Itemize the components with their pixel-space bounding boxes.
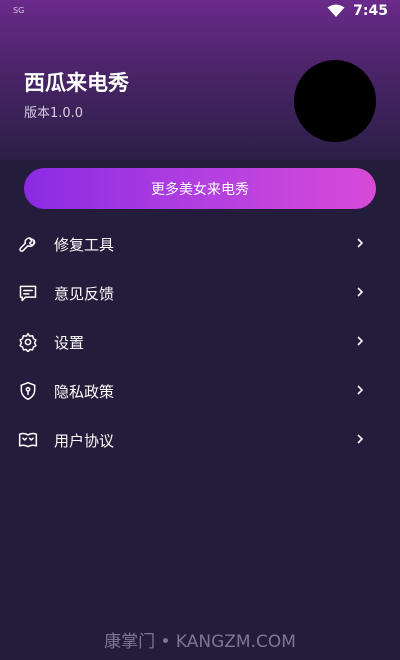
menu-item-settings[interactable]: 设置 — [0, 317, 400, 366]
menu-item-user-agreement[interactable]: 用户协议 — [0, 415, 400, 464]
menu-item-feedback[interactable]: 意见反馈 — [0, 268, 400, 317]
status-bar: SG 7:45 — [0, 0, 400, 26]
menu-item-label: 隐私政策 — [54, 383, 115, 401]
menu-item-label: 意见反馈 — [54, 285, 115, 303]
menu-item-privacy-policy[interactable]: 隐私政策 — [0, 366, 400, 415]
app-version: 版本1.0.0 — [24, 106, 84, 121]
chevron-right-icon — [357, 287, 364, 297]
shield-icon — [17, 380, 39, 402]
menu-item-label: 设置 — [54, 334, 85, 352]
menu-item-label: 用户协议 — [54, 432, 115, 450]
chevron-right-icon — [357, 336, 364, 346]
avatar[interactable] — [294, 60, 376, 142]
book-icon — [17, 429, 39, 451]
status-right: 7:45 — [327, 3, 388, 19]
app-title: 西瓜来电秀 — [24, 71, 129, 95]
menu-item-repair-tool[interactable]: 修复工具 — [0, 219, 400, 268]
menu-item-label: 修复工具 — [54, 236, 115, 254]
feedback-icon — [17, 282, 39, 304]
chevron-right-icon — [357, 434, 364, 444]
carrier-label: SG — [13, 6, 25, 15]
settings-menu: 修复工具 意见反馈 设置 隐私政策 用户协议 — [0, 219, 400, 464]
clock: 7:45 — [353, 3, 388, 19]
gear-icon — [17, 331, 39, 353]
wrench-icon — [17, 233, 39, 255]
more-ringtones-button[interactable]: 更多美女来电秀 — [24, 168, 376, 209]
chevron-right-icon — [357, 385, 364, 395]
watermark: 康掌门 • KANGZM.COM — [104, 632, 296, 652]
chevron-right-icon — [357, 238, 364, 248]
wifi-icon — [327, 4, 345, 17]
more-ringtones-label: 更多美女来电秀 — [151, 181, 249, 198]
